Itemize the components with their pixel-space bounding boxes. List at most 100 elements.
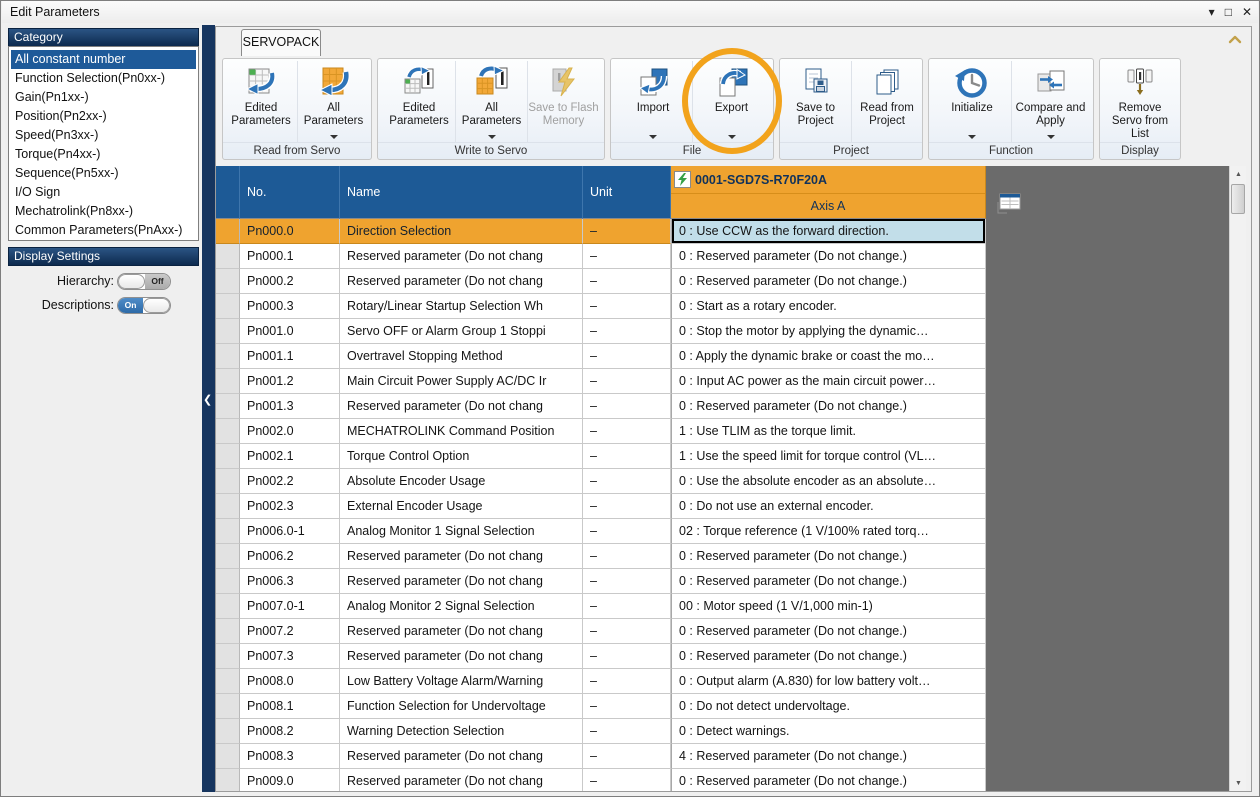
cell-unit[interactable]: – [583,619,671,644]
cell-unit[interactable]: – [583,519,671,544]
import-button[interactable]: Import [614,61,692,142]
category-item[interactable]: Torque(Pn4xx-) [11,145,196,164]
value-cell[interactable]: 0 : Detect warnings. [671,719,986,744]
column-header-servo[interactable]: 0001-SGD7S-R70F20A Axis A [671,166,986,219]
save-to-flash-memory-button[interactable]: Save to Flash Memory [527,61,599,142]
category-item[interactable]: Gain(Pn1xx-) [11,88,196,107]
cell-unit[interactable]: – [583,294,671,319]
cell-name[interactable]: Reserved parameter (Do not chang [340,269,583,294]
axis-header[interactable]: Axis A [671,193,985,219]
cell-gutter[interactable] [216,569,240,594]
cell-no[interactable]: Pn006.3 [240,569,340,594]
cell-name[interactable]: Reserved parameter (Do not chang [340,619,583,644]
table-row[interactable]: Pn000.3Rotary/Linear Startup Selection W… [216,294,986,319]
initialize-button[interactable]: Initialize [933,61,1011,142]
table-row[interactable]: Pn006.0-1Analog Monitor 1 Signal Selecti… [216,519,986,544]
cell-gutter[interactable] [216,369,240,394]
cell-gutter[interactable] [216,594,240,619]
table-row[interactable]: Pn000.2Reserved parameter (Do not chang–… [216,269,986,294]
table-row[interactable]: Pn008.1Function Selection for Undervolta… [216,694,986,719]
cell-name[interactable]: External Encoder Usage [340,494,583,519]
cell-unit[interactable]: – [583,419,671,444]
table-row[interactable]: Pn001.3Reserved parameter (Do not chang–… [216,394,986,419]
cell-no[interactable]: Pn006.0-1 [240,519,340,544]
close-icon[interactable]: ✕ [1242,4,1252,20]
cell-name[interactable]: Reserved parameter (Do not chang [340,544,583,569]
dropdown-arrow-icon[interactable] [968,135,976,139]
cell-no[interactable]: Pn001.3 [240,394,340,419]
table-row[interactable]: Pn007.0-1Analog Monitor 2 Signal Selecti… [216,594,986,619]
cell-gutter[interactable] [216,344,240,369]
cell-gutter[interactable] [216,294,240,319]
cell-gutter[interactable] [216,719,240,744]
cell-no[interactable]: Pn000.1 [240,244,340,269]
chevron-left-icon[interactable]: ❮ [203,393,212,406]
value-cell[interactable]: 0 : Use CCW as the forward direction. [671,219,986,244]
cell-unit[interactable]: – [583,644,671,669]
cell-unit[interactable]: – [583,394,671,419]
cell-name[interactable]: Reserved parameter (Do not chang [340,644,583,669]
value-cell[interactable]: 0 : Reserved parameter (Do not change.) [671,544,986,569]
value-cell[interactable]: 0 : Input AC power as the main circuit p… [671,369,986,394]
scrollbar-thumb[interactable] [1231,184,1245,214]
cell-name[interactable]: MECHATROLINK Command Position [340,419,583,444]
cell-unit[interactable]: – [583,469,671,494]
cell-gutter[interactable] [216,219,240,244]
cell-name[interactable]: Reserved parameter (Do not chang [340,244,583,269]
write-all-parameters-button[interactable]: All Parameters [455,61,527,142]
title-bar[interactable]: Edit Parameters ▾ □ ✕ [2,1,1258,23]
maximize-icon[interactable]: □ [1225,4,1232,20]
value-cell[interactable]: 0 : Reserved parameter (Do not change.) [671,569,986,594]
table-row[interactable]: Pn002.2Absolute Encoder Usage–0 : Use th… [216,469,986,494]
table-row[interactable]: Pn001.2Main Circuit Power Supply AC/DC I… [216,369,986,394]
cell-unit[interactable]: – [583,244,671,269]
cell-unit[interactable]: – [583,369,671,394]
category-item[interactable]: Sequence(Pn5xx-) [11,164,196,183]
value-cell[interactable]: 1 : Use the speed limit for torque contr… [671,444,986,469]
value-cell[interactable]: 0 : Do not use an external encoder. [671,494,986,519]
cell-gutter[interactable] [216,244,240,269]
cell-gutter[interactable] [216,269,240,294]
cell-no[interactable]: Pn008.1 [240,694,340,719]
cell-no[interactable]: Pn000.2 [240,269,340,294]
cell-name[interactable]: Absolute Encoder Usage [340,469,583,494]
cell-unit[interactable]: – [583,669,671,694]
cell-gutter[interactable] [216,644,240,669]
read-edited-parameters-button[interactable]: Edited Parameters [225,61,297,142]
cell-no[interactable]: Pn006.2 [240,544,340,569]
value-cell[interactable]: 0 : Output alarm (A.830) for low battery… [671,669,986,694]
cell-no[interactable]: Pn008.0 [240,669,340,694]
cell-gutter[interactable] [216,694,240,719]
export-button[interactable]: Export [692,61,770,142]
category-item[interactable]: All constant number [11,50,196,69]
cell-no[interactable]: Pn002.2 [240,469,340,494]
cell-no[interactable]: Pn008.2 [240,719,340,744]
table-row[interactable]: Pn008.0Low Battery Voltage Alarm/Warning… [216,669,986,694]
cell-gutter[interactable] [216,769,240,791]
cell-no[interactable]: Pn001.0 [240,319,340,344]
category-item[interactable]: Common Parameters(PnAxx-) [11,221,196,240]
cell-unit[interactable]: – [583,694,671,719]
cell-name[interactable]: Function Selection for Undervoltage [340,694,583,719]
table-row[interactable]: Pn008.3Reserved parameter (Do not chang–… [216,744,986,769]
cell-no[interactable]: Pn002.3 [240,494,340,519]
value-cell[interactable]: 0 : Reserved parameter (Do not change.) [671,269,986,294]
dropdown-arrow-icon[interactable] [330,135,338,139]
ribbon-collapse-chevron-icon[interactable] [1228,33,1242,47]
cell-gutter[interactable] [216,444,240,469]
column-header-unit[interactable]: Unit [583,166,671,219]
cell-no[interactable]: Pn001.1 [240,344,340,369]
value-cell[interactable]: 00 : Motor speed (1 V/1,000 min-1) [671,594,986,619]
cell-unit[interactable]: – [583,744,671,769]
cell-unit[interactable]: – [583,494,671,519]
cell-name[interactable]: Direction Selection [340,219,583,244]
cell-gutter[interactable] [216,669,240,694]
cell-unit[interactable]: – [583,569,671,594]
cell-name[interactable]: Reserved parameter (Do not chang [340,769,583,791]
cell-unit[interactable]: – [583,444,671,469]
read-all-parameters-button[interactable]: All Parameters [297,61,369,142]
column-header-name[interactable]: Name [340,166,583,219]
remove-servo-from-list-button[interactable]: Remove Servo from List [1104,61,1176,142]
table-row[interactable]: Pn006.3Reserved parameter (Do not chang–… [216,569,986,594]
vertical-scrollbar[interactable]: ▲ ▼ [1229,166,1246,791]
